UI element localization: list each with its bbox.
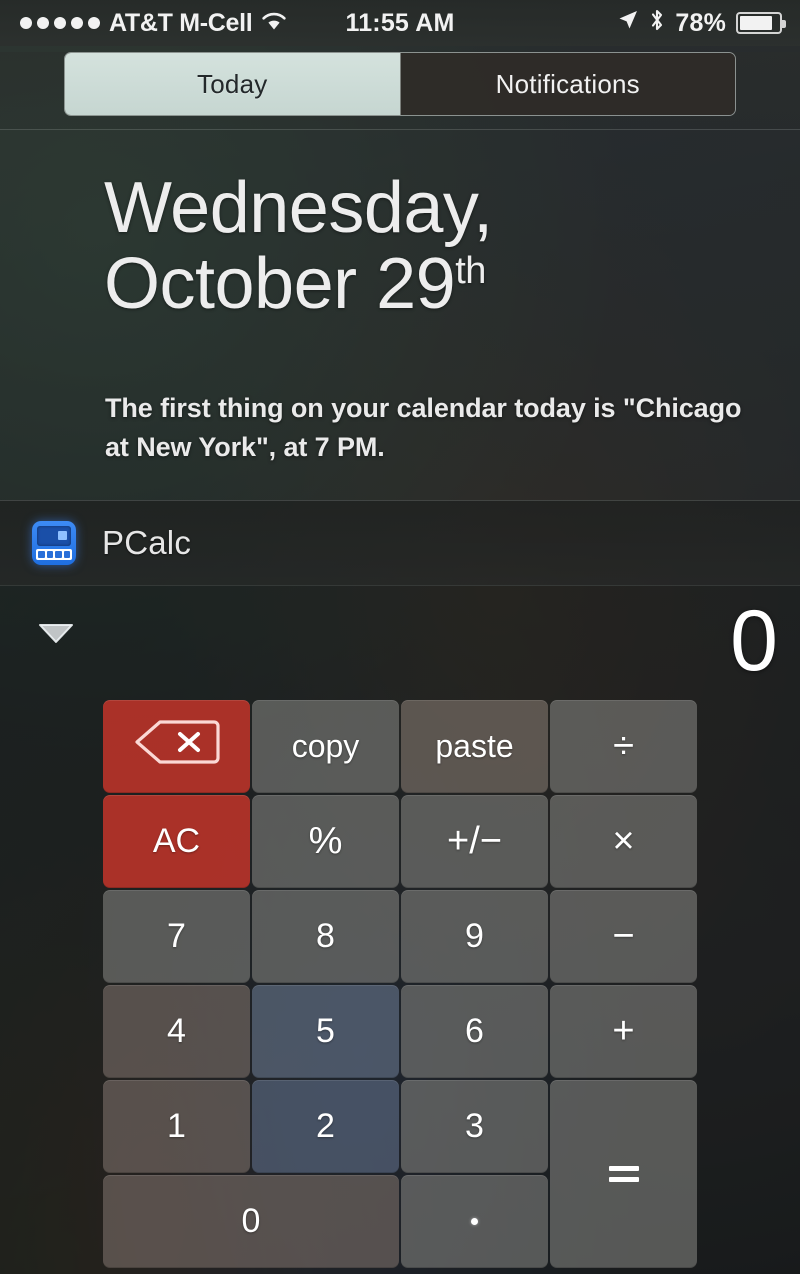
- battery-percent-label: 78%: [675, 8, 726, 37]
- bluetooth-icon: [649, 8, 665, 39]
- key-6[interactable]: 6: [401, 985, 548, 1078]
- carrier-label: AT&T M-Cell: [109, 8, 253, 37]
- location-arrow-icon: [617, 9, 639, 38]
- key-3[interactable]: 3: [401, 1080, 548, 1173]
- battery-icon: [736, 12, 786, 34]
- pcalc-widget-title: PCalc: [102, 524, 192, 561]
- ios-notification-center-screen: AT&T M-Cell 11:55 AM 78% Today Notificat…: [0, 0, 800, 1274]
- calculator-keypad: copy paste ÷ AC % +/− × 7 8 9 − 4 5 6 + …: [103, 700, 697, 1268]
- tab-notifications[interactable]: Notifications: [399, 53, 735, 115]
- status-bar-right-group: 78%: [617, 8, 800, 39]
- date-month-day-line: October 29th: [104, 246, 493, 322]
- key-plus-minus[interactable]: +/−: [401, 795, 548, 888]
- date-month-day-text: October 29: [104, 244, 456, 324]
- status-bar: AT&T M-Cell 11:55 AM 78%: [0, 0, 800, 46]
- calculator-display-value: 0: [730, 593, 778, 689]
- key-plus[interactable]: +: [550, 985, 697, 1078]
- key-1[interactable]: 1: [103, 1080, 250, 1173]
- equals-glyph-icon: [608, 1166, 639, 1182]
- date-weekday-line: Wednesday,: [104, 168, 493, 248]
- key-8[interactable]: 8: [252, 890, 399, 983]
- pcalc-icon-keys: [36, 549, 72, 560]
- calculator-display-row: 0: [0, 586, 800, 696]
- wifi-icon: [261, 9, 287, 38]
- key-all-clear[interactable]: AC: [103, 795, 250, 888]
- key-5[interactable]: 5: [252, 985, 399, 1078]
- key-multiply[interactable]: ×: [550, 795, 697, 888]
- calendar-summary-text: The first thing on your calendar today i…: [105, 393, 742, 462]
- date-heading: Wednesday, October 29th: [104, 170, 493, 322]
- key-copy[interactable]: copy: [252, 700, 399, 793]
- key-equals[interactable]: [550, 1080, 697, 1268]
- pcalc-icon-screen: [37, 526, 71, 546]
- key-backspace[interactable]: [103, 700, 250, 793]
- key-4[interactable]: 4: [103, 985, 250, 1078]
- key-paste[interactable]: paste: [401, 700, 548, 793]
- key-decimal[interactable]: [401, 1175, 548, 1268]
- decimal-point-glyph: [471, 1218, 478, 1225]
- pcalc-widget-header[interactable]: PCalc: [0, 500, 800, 586]
- chevron-down-icon[interactable]: [34, 618, 78, 648]
- delete-backspace-icon: [134, 719, 220, 774]
- today-summary-panel: Wednesday, October 29th The first thing …: [0, 134, 800, 500]
- key-divide[interactable]: ÷: [550, 700, 697, 793]
- segmented-control[interactable]: Today Notifications: [64, 52, 736, 116]
- status-bar-left-group: AT&T M-Cell: [0, 9, 287, 38]
- key-9[interactable]: 9: [401, 890, 548, 983]
- pcalc-app-icon: [32, 521, 76, 565]
- key-minus[interactable]: −: [550, 890, 697, 983]
- key-7[interactable]: 7: [103, 890, 250, 983]
- notification-center-tabs: Today Notifications: [0, 52, 800, 130]
- key-2[interactable]: 2: [252, 1080, 399, 1173]
- key-percent[interactable]: %: [252, 795, 399, 888]
- cellular-signal-dots-icon: [20, 17, 100, 29]
- tabs-bottom-divider: [0, 129, 800, 130]
- date-ordinal-suffix: th: [455, 250, 486, 292]
- tab-today[interactable]: Today: [65, 53, 400, 115]
- key-0[interactable]: 0: [103, 1175, 399, 1268]
- pcalc-widget-body: 0 copy paste ÷ AC % +/− × 7 8 9 − 4 5 6 …: [0, 586, 800, 1274]
